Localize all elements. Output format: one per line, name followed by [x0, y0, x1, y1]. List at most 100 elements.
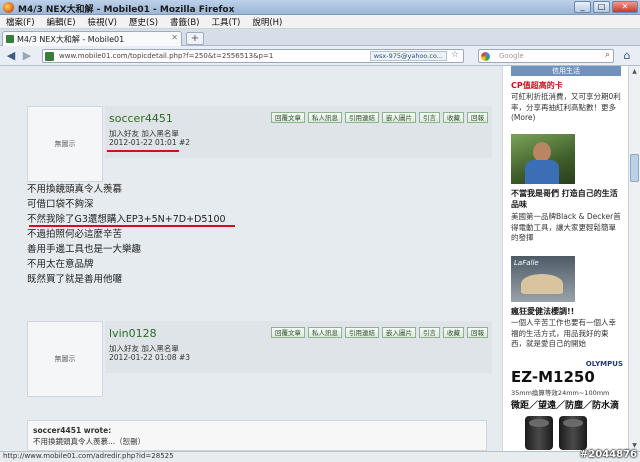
ad-title-link[interactable]: 瘋狂愛健法櫻調!!	[511, 306, 623, 317]
new-tab-button[interactable]: +	[186, 32, 204, 45]
vertical-scrollbar[interactable]: ▲ ▼	[628, 66, 640, 451]
scroll-up-icon[interactable]: ▲	[630, 67, 639, 76]
status-text: http://www.mobile01.com/adredir.php?id=2…	[3, 452, 174, 460]
close-button[interactable]: ✕	[612, 1, 638, 13]
ad-model-name: EZ-M1250	[511, 368, 595, 386]
quote-block: soccer4451 wrote: 不用換鏡頭真令人羨慕...（恕刪）	[27, 420, 487, 451]
ad-image-face	[533, 142, 551, 162]
forward-button[interactable]: ▶	[20, 49, 34, 63]
bookmark-star-icon[interactable]: ☆	[451, 50, 459, 60]
username-link[interactable]: soccer4451	[109, 112, 173, 125]
menu-bar: 檔案(F) 編輯(E) 檢視(V) 歷史(S) 書籤(B) 工具(T) 說明(H)	[0, 15, 640, 29]
menu-help[interactable]: 說明(H)	[246, 15, 288, 29]
forum-post: 無圖示 lvin0128 加入好友 加入黑名單 2012-01-22 01:08…	[27, 321, 492, 401]
report-button[interactable]: 回報	[467, 327, 488, 338]
quote-author: soccer4451 wrote:	[33, 426, 112, 435]
scroll-thumb[interactable]	[630, 154, 639, 182]
menu-edit[interactable]: 編輯(E)	[41, 15, 82, 29]
maximize-button[interactable]: □	[593, 1, 610, 13]
ad-image-lafalle[interactable]: LaFalle	[511, 256, 575, 302]
text-highlight-underline	[29, 225, 235, 227]
post-line: 不用換鏡頭真令人羨慕	[27, 184, 123, 195]
identity-badge[interactable]: wsx-975@yahoo.co...	[369, 51, 447, 61]
post-body: 不用換鏡頭真令人羨慕 可借口袋不夠深 不然我除了G3還想購入EP3+5N+7D+…	[27, 182, 327, 287]
tab-bar: M4/3 NEX大和解 - Mobile01 ✕ +	[0, 29, 640, 46]
menu-bookmarks[interactable]: 書籤(B)	[164, 15, 205, 29]
minimize-button[interactable]: _	[574, 1, 591, 13]
post-header: soccer4451 加入好友 加入黑名單 2012-01-22 01:01 #…	[105, 106, 492, 158]
ad-title-link[interactable]: CP值超高的卡	[511, 80, 563, 91]
back-button[interactable]: ◀	[4, 49, 18, 63]
ad-title-link[interactable]: 不當我是哥們 打造自己的生活品味	[511, 188, 623, 210]
google-icon[interactable]	[481, 52, 490, 61]
navigation-bar: ◀ ▶ www.mobile01.com/topicdetail.php?f=2…	[0, 46, 640, 66]
site-identity-icon[interactable]	[45, 52, 54, 61]
olympus-logo: OLYMPUS	[585, 360, 623, 368]
embed-image-button[interactable]: 嵌入圖片	[382, 327, 416, 338]
quote-button[interactable]: 引言	[419, 327, 440, 338]
forum-thread: 無圖示 soccer4451 加入好友 加入黑名單 2012-01-22 01:…	[0, 66, 502, 451]
search-box[interactable]: Google ⌕	[478, 49, 614, 63]
post-button-group: 回覆文章 私人訊息 引用連結 嵌入圖片 引言 收藏 回報	[268, 112, 488, 123]
ad-description[interactable]: 可紅利折抵消費，又可享分期0利率，分享再抽紅利高點數！更多(More)	[511, 92, 623, 124]
status-bar: http://www.mobile01.com/adredir.php?id=2…	[0, 449, 640, 462]
favorite-button[interactable]: 收藏	[443, 327, 464, 338]
ad-image-shape	[521, 274, 563, 294]
browser-window: M4/3 NEX大和解 - Mobile01 - Mozilla Firefox…	[0, 0, 640, 462]
url-bar[interactable]: www.mobile01.com/topicdetail.php?f=250&t…	[42, 49, 464, 63]
ad-description[interactable]: 一個人辛苦工作也要有一個人幸福的生活方式，用品我好的東西，就是愛自己的開始	[511, 318, 623, 350]
lens-image	[559, 416, 587, 450]
highlight-underline	[107, 150, 179, 152]
post-line: 不用太在意品牌	[27, 259, 94, 270]
ad-spec: 35mm換算等效24mm~100mm	[511, 389, 610, 397]
menu-file[interactable]: 檔案(F)	[0, 15, 41, 29]
report-button[interactable]: 回報	[467, 112, 488, 123]
post-date: 2012-01-22 01:08 #3	[109, 353, 190, 362]
post-header: lvin0128 加入好友 加入黑名單 2012-01-22 01:08 #3 …	[105, 321, 492, 373]
private-message-button[interactable]: 私人訊息	[308, 327, 342, 338]
tab-active[interactable]: M4/3 NEX大和解 - Mobile01 ✕	[2, 31, 182, 46]
favorite-button[interactable]: 收藏	[443, 112, 464, 123]
quote-text: 不用換鏡頭真令人羨慕...（恕刪）	[33, 437, 146, 446]
post-line: 不過拍照何必這麼辛苦	[27, 229, 123, 240]
quote-link-button[interactable]: 引用連結	[345, 112, 379, 123]
ad-description[interactable]: 美國第一品牌Black & Decker首得電動工具，讓大家更輕鬆簡單的發揮	[511, 212, 623, 244]
post-line: 善用手邊工具也是一大樂趣	[27, 244, 142, 255]
reply-button[interactable]: 回覆文章	[271, 327, 305, 338]
post-number: #3	[178, 353, 191, 362]
post-line: 既然買了就是善用他囉	[27, 274, 123, 285]
olympus-ad-banner[interactable]: OLYMPUS EZ-M1250 35mm換算等效24mm~100mm 微距／望…	[511, 358, 623, 451]
tab-label: M4/3 NEX大和解 - Mobile01	[17, 35, 125, 44]
tab-close-icon[interactable]: ✕	[171, 33, 178, 42]
post-line: 可借口袋不夠深	[27, 199, 94, 210]
reply-button[interactable]: 回覆文章	[271, 112, 305, 123]
quote-link-button[interactable]: 引用連結	[345, 327, 379, 338]
post-button-group: 回覆文章 私人訊息 引用連結 嵌入圖片 引言 收藏 回報	[268, 327, 488, 338]
avatar: 無圖示	[27, 321, 103, 397]
window-title: M4/3 NEX大和解 - Mobile01 - Mozilla Firefox	[18, 5, 235, 15]
watermark: #2044876	[579, 449, 637, 460]
forum-post: 無圖示 soccer4451 加入好友 加入黑名單 2012-01-22 01:…	[27, 106, 492, 285]
embed-image-button[interactable]: 嵌入圖片	[382, 112, 416, 123]
title-bar: M4/3 NEX大和解 - Mobile01 - Mozilla Firefox…	[0, 0, 640, 15]
menu-tools[interactable]: 工具(T)	[206, 15, 247, 29]
url-text: www.mobile01.com/topicdetail.php?f=250&t…	[59, 52, 274, 60]
sidebar: 信用生活 CP值超高的卡 可紅利折抵消費，又可享分期0利率，分享再抽紅利高點數！…	[502, 66, 628, 451]
search-icon[interactable]: ⌕	[605, 50, 610, 60]
menu-history[interactable]: 歷史(S)	[123, 15, 164, 29]
lens-image	[525, 416, 553, 450]
post-number: #2	[178, 138, 191, 147]
username-link[interactable]: lvin0128	[109, 327, 157, 340]
ad-tagline: 微距／望遠／防塵／防水滴	[511, 401, 620, 411]
private-message-button[interactable]: 私人訊息	[308, 112, 342, 123]
page-content: 無圖示 soccer4451 加入好友 加入黑名單 2012-01-22 01:…	[0, 66, 628, 451]
site-favicon-icon	[6, 35, 14, 43]
avatar: 無圖示	[27, 106, 103, 182]
menu-view[interactable]: 檢視(V)	[82, 15, 123, 29]
post-timestamp: 2012-01-22 01:08	[109, 353, 177, 362]
home-icon[interactable]: ⌂	[620, 49, 634, 63]
ad-image-man[interactable]	[511, 134, 575, 184]
quote-button[interactable]: 引言	[419, 112, 440, 123]
ad-image-body	[525, 160, 559, 184]
post-timestamp: 2012-01-22 01:01	[109, 138, 177, 147]
